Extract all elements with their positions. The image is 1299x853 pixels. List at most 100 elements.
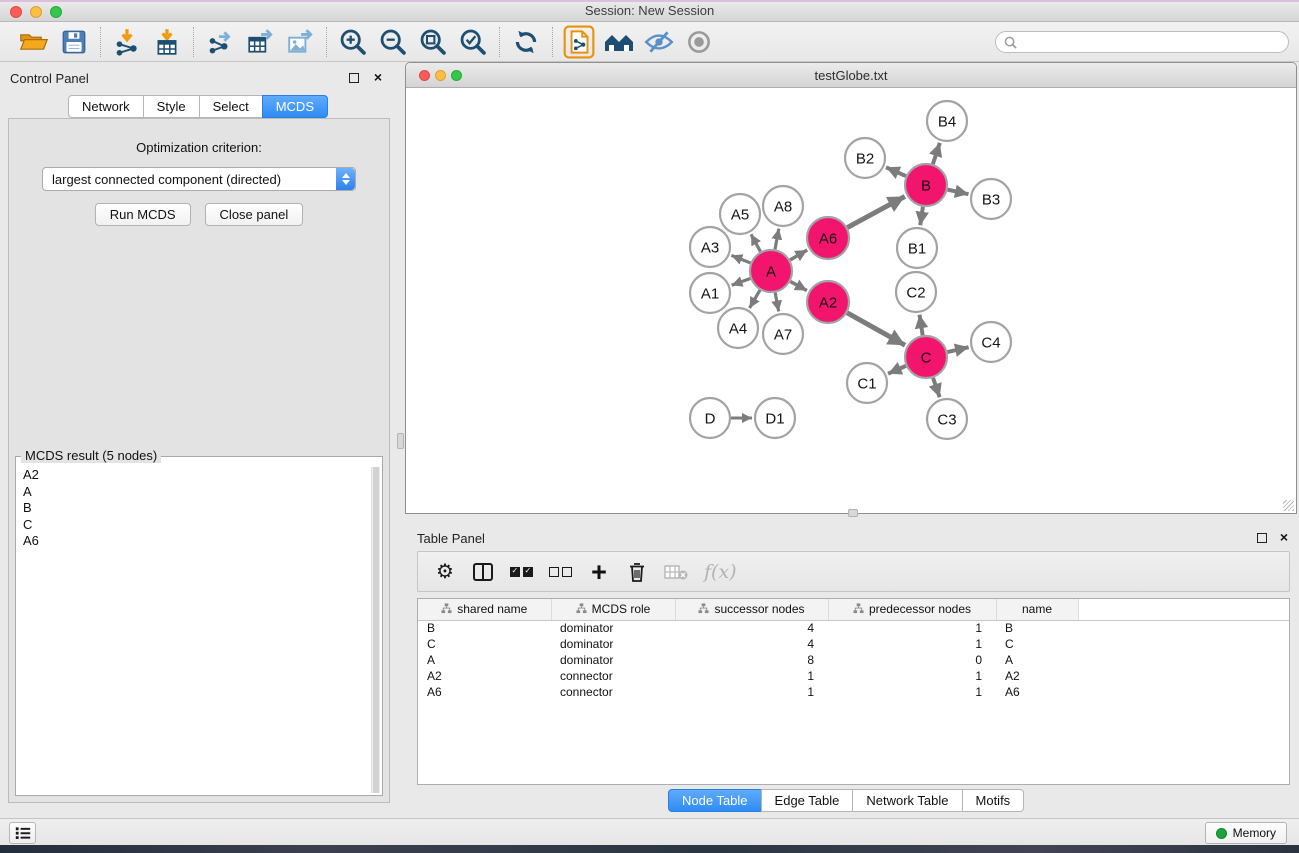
- cell-mcds-role[interactable]: dominator: [551, 620, 675, 636]
- show-graphics-details-button[interactable]: [559, 25, 599, 59]
- graph-edge-A-A2[interactable]: [790, 282, 807, 291]
- show-panels-button[interactable]: [679, 25, 719, 59]
- open-session-button[interactable]: [14, 25, 54, 59]
- column-header-successor-nodes[interactable]: successor nodes: [675, 599, 828, 620]
- column-header-shared-name[interactable]: shared name: [418, 599, 551, 620]
- graph-edge-A6-B[interactable]: [847, 196, 905, 227]
- close-panel-icon[interactable]: ×: [1280, 529, 1288, 545]
- tab-motifs[interactable]: Motifs: [962, 789, 1025, 812]
- cell-predecessor-nodes[interactable]: 1: [828, 620, 996, 636]
- close-panel-icon[interactable]: ×: [374, 69, 382, 85]
- zoom-selected-button[interactable]: [453, 25, 493, 59]
- cell-name[interactable]: A2: [996, 668, 1078, 684]
- graph-edge-A-A7[interactable]: [775, 293, 779, 312]
- cell-mcds-role[interactable]: dominator: [551, 636, 675, 652]
- tab-network-table[interactable]: Network Table: [852, 789, 962, 812]
- horizontal-split-handle[interactable]: [848, 509, 858, 517]
- export-network-button[interactable]: [200, 25, 240, 59]
- cell-shared-name[interactable]: A2: [418, 668, 551, 684]
- cell-shared-name[interactable]: A: [418, 652, 551, 668]
- tab-network[interactable]: Network: [68, 95, 144, 118]
- export-table-button[interactable]: [240, 25, 280, 59]
- close-panel-button[interactable]: Close panel: [205, 203, 304, 226]
- zoom-out-button[interactable]: [373, 25, 413, 59]
- graph-edge-A-A4[interactable]: [750, 290, 760, 308]
- criterion-dropdown[interactable]: largest connected component (directed): [42, 167, 356, 191]
- float-panel-icon[interactable]: [1257, 533, 1267, 543]
- cell-successor-nodes[interactable]: 4: [675, 636, 828, 652]
- column-header-name[interactable]: name: [996, 599, 1078, 620]
- column-header-predecessor-nodes[interactable]: predecessor nodes: [828, 599, 996, 620]
- cell-successor-nodes[interactable]: 8: [675, 652, 828, 668]
- cell-predecessor-nodes[interactable]: 1: [828, 684, 996, 700]
- result-list-scrollbar[interactable]: [371, 467, 380, 793]
- select-all-rows-button[interactable]: [510, 558, 533, 586]
- graph-edge-A2-C[interactable]: [847, 313, 905, 345]
- insert-column-button[interactable]: [472, 558, 494, 586]
- mcds-result-item[interactable]: B: [18, 500, 370, 517]
- cell-name[interactable]: A6: [996, 684, 1078, 700]
- network-canvas[interactable]: B4B2BB3A5A8A6B1A3AA1C2A2A4A7C4CC1C3DD1: [406, 88, 1296, 513]
- cell-shared-name[interactable]: B: [418, 620, 551, 636]
- vertical-split-handle[interactable]: [397, 433, 404, 449]
- graph-edge-A-A6[interactable]: [790, 250, 807, 260]
- import-table-button[interactable]: [147, 25, 187, 59]
- cell-predecessor-nodes[interactable]: 0: [828, 652, 996, 668]
- export-image-button[interactable]: [280, 25, 320, 59]
- cell-mcds-role[interactable]: connector: [551, 684, 675, 700]
- scrollbar-thumb[interactable]: [373, 467, 379, 793]
- cell-predecessor-nodes[interactable]: 1: [828, 636, 996, 652]
- deselect-all-rows-button[interactable]: [549, 558, 572, 586]
- save-session-button[interactable]: [54, 25, 94, 59]
- cell-name[interactable]: C: [996, 636, 1078, 652]
- cell-mcds-role[interactable]: dominator: [551, 652, 675, 668]
- float-panel-icon[interactable]: [349, 73, 359, 83]
- cell-successor-nodes[interactable]: 1: [675, 668, 828, 684]
- tab-edge-table[interactable]: Edge Table: [761, 789, 854, 812]
- cell-mcds-role[interactable]: connector: [551, 668, 675, 684]
- table-settings-button[interactable]: ⚙: [434, 558, 456, 586]
- hide-panels-button[interactable]: [639, 25, 679, 59]
- mcds-result-item[interactable]: C: [18, 517, 370, 534]
- cell-predecessor-nodes[interactable]: 1: [828, 668, 996, 684]
- resize-grip[interactable]: [1283, 500, 1294, 511]
- tab-style[interactable]: Style: [143, 95, 200, 118]
- cell-successor-nodes[interactable]: 1: [675, 684, 828, 700]
- graph-edge-C-C4[interactable]: [947, 347, 968, 352]
- delete-column-button[interactable]: [664, 558, 688, 586]
- search-input[interactable]: [1022, 35, 1280, 49]
- cell-shared-name[interactable]: A6: [418, 684, 551, 700]
- network-overview-button[interactable]: [599, 25, 639, 59]
- search-field[interactable]: [995, 31, 1289, 53]
- import-network-button[interactable]: [107, 25, 147, 59]
- graph-edge-A-A1[interactable]: [732, 278, 751, 285]
- cell-name[interactable]: A: [996, 652, 1078, 668]
- function-builder-button[interactable]: f(x): [704, 558, 737, 586]
- mcds-result-item[interactable]: A: [18, 484, 370, 501]
- zoom-in-button[interactable]: [333, 25, 373, 59]
- tab-node-table[interactable]: Node Table: [668, 789, 762, 812]
- graph-edge-C-C2[interactable]: [919, 315, 922, 336]
- column-header-mcds-role[interactable]: MCDS role: [551, 599, 675, 620]
- apply-layout-button[interactable]: [506, 25, 546, 59]
- delete-rows-button[interactable]: [626, 558, 648, 586]
- add-row-button[interactable]: +: [588, 558, 610, 586]
- graph-edge-A-A3[interactable]: [731, 255, 750, 263]
- graph-edge-A-A5[interactable]: [751, 234, 761, 251]
- zoom-fit-button[interactable]: [413, 25, 453, 59]
- tab-select[interactable]: Select: [199, 95, 263, 118]
- mcds-result-item[interactable]: A2: [18, 467, 370, 484]
- tab-mcds[interactable]: MCDS: [262, 95, 328, 118]
- run-mcds-button[interactable]: Run MCDS: [95, 203, 191, 226]
- graph-edge-B-B4[interactable]: [933, 143, 940, 164]
- graph-edge-C-C1[interactable]: [888, 366, 906, 374]
- graph-edge-C-C3[interactable]: [933, 378, 940, 397]
- memory-button[interactable]: Memory: [1205, 822, 1287, 844]
- mcds-result-item[interactable]: A6: [18, 533, 370, 550]
- cell-successor-nodes[interactable]: 4: [675, 620, 828, 636]
- graph-edge-A-A8[interactable]: [775, 229, 779, 250]
- cell-name[interactable]: B: [996, 620, 1078, 636]
- graph-edge-B-B1[interactable]: [920, 207, 923, 225]
- graph-edge-B-B3[interactable]: [948, 190, 969, 195]
- graph-edge-B-B2[interactable]: [886, 167, 906, 176]
